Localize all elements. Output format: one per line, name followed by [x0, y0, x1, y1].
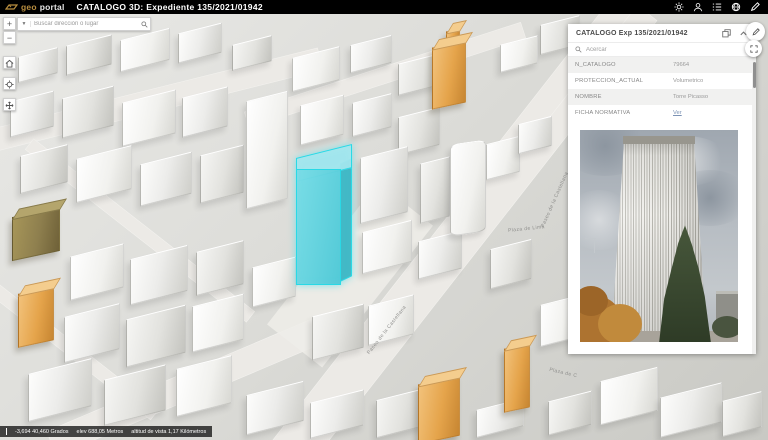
edit-pencil-icon[interactable]	[750, 2, 760, 12]
table-row: FICHA NORMATIVA Ver	[568, 105, 756, 121]
catalog-panel: CATALOGO Exp 135/2021/01942 N_CATALOGO 7…	[568, 24, 756, 354]
coordinates-readout: -3,694 40,460 Grados	[15, 428, 69, 435]
search-input[interactable]	[31, 21, 138, 27]
zoom-in-button[interactable]: +	[3, 17, 16, 30]
panel-scrollbar	[752, 58, 756, 354]
panel-title: CATALOGO Exp 135/2021/01942	[576, 29, 688, 37]
street-label-castellana-upper: Paseo de la Castellana	[540, 170, 570, 229]
status-divider	[6, 428, 7, 435]
geoportal-logo[interactable]: geo portal	[5, 2, 65, 12]
map-search-box: ▼	[17, 17, 151, 31]
photo-shrub	[712, 315, 738, 338]
crane	[584, 238, 596, 240]
selected-building-front-face	[296, 169, 341, 285]
logo-text-portal: portal	[39, 2, 65, 12]
building-photo-torre-picasso[interactable]	[580, 130, 738, 342]
street-label-plaza-partial: Plaza de C	[548, 366, 578, 380]
search-icon[interactable]	[138, 20, 150, 28]
attr-value: Volumetrico	[673, 78, 704, 84]
panel-scrollbar-thumb[interactable]	[752, 62, 756, 88]
home-button[interactable]	[3, 56, 16, 69]
pencil-icon	[752, 27, 760, 35]
attr-field: NOMBRE	[575, 94, 602, 100]
selected-building-side-face	[340, 158, 352, 282]
protected-building-left[interactable]	[18, 286, 54, 348]
edit-tool-button[interactable]	[746, 22, 765, 41]
photo-tower-crown	[622, 136, 696, 144]
fullscreen-button[interactable]	[745, 40, 762, 57]
attr-field: N_CATALOGO	[575, 62, 616, 68]
top-bar: geo portal CATALOGO 3D: Expediente 135/20…	[0, 0, 768, 14]
panel-filter-input[interactable]	[582, 46, 749, 53]
attribute-table: N_CATALOGO 79664 PROTECCION_ACTUAL Volum…	[568, 57, 756, 121]
panel-search-icon[interactable]	[575, 46, 582, 53]
dock-panel-icon[interactable]	[722, 28, 731, 38]
ficha-normativa-link[interactable]: Ver	[673, 110, 682, 116]
table-row: PROTECCION_ACTUAL Volumetrico	[568, 73, 756, 89]
zoom-out-button[interactable]: −	[3, 31, 16, 44]
crane	[594, 238, 596, 254]
logo-cube-icon	[5, 3, 18, 10]
attr-value: 79664	[673, 62, 690, 68]
user-icon[interactable]	[693, 2, 703, 12]
protected-building-right[interactable]	[504, 343, 530, 413]
table-row: NOMBRE Torre Picasso	[568, 89, 756, 105]
locate-button[interactable]	[3, 77, 16, 90]
selected-building-torre-picasso[interactable]	[294, 144, 358, 293]
home-icon	[5, 59, 14, 68]
layer-list-icon[interactable]	[712, 2, 722, 12]
pan-arrows-icon	[5, 101, 14, 109]
table-row: N_CATALOGO 79664	[568, 57, 756, 73]
basemap-globe-icon[interactable]	[731, 2, 741, 12]
topbar-icons	[674, 2, 763, 12]
pan-navigation-button[interactable]	[3, 98, 16, 111]
status-bar: -3,694 40,460 Grados elev 688,05 Metros …	[0, 426, 213, 437]
sun-daylight-icon[interactable]	[674, 2, 684, 12]
panel-search-row	[568, 42, 756, 57]
logo-text-geo: geo	[21, 2, 37, 12]
panel-header: CATALOGO Exp 135/2021/01942	[568, 24, 756, 42]
attr-value: Torre Picasso	[673, 94, 709, 100]
protected-building-topright[interactable]	[432, 40, 466, 110]
elevation-readout: elev 688,05 Metros	[76, 428, 124, 435]
attr-field: FICHA NORMATIVA	[575, 110, 631, 116]
view-altitude-readout: altitud de vista 1,17 Kilómetros	[131, 428, 207, 435]
protected-building-olive[interactable]	[12, 206, 60, 262]
search-dropdown-caret[interactable]: ▼	[18, 21, 31, 27]
protected-building-bottom[interactable]	[418, 375, 460, 440]
locate-crosshair-icon	[5, 79, 14, 89]
expand-icon	[749, 44, 758, 53]
attr-field: PROTECCION_ACTUAL	[575, 78, 644, 84]
street-label-plaza-lima: Plaza de Lima	[507, 224, 546, 234]
page-title: CATALOGO 3D: Expediente 135/2021/01942	[76, 2, 263, 12]
app-window: geo portal CATALOGO 3D: Expediente 135/20…	[0, 0, 768, 440]
